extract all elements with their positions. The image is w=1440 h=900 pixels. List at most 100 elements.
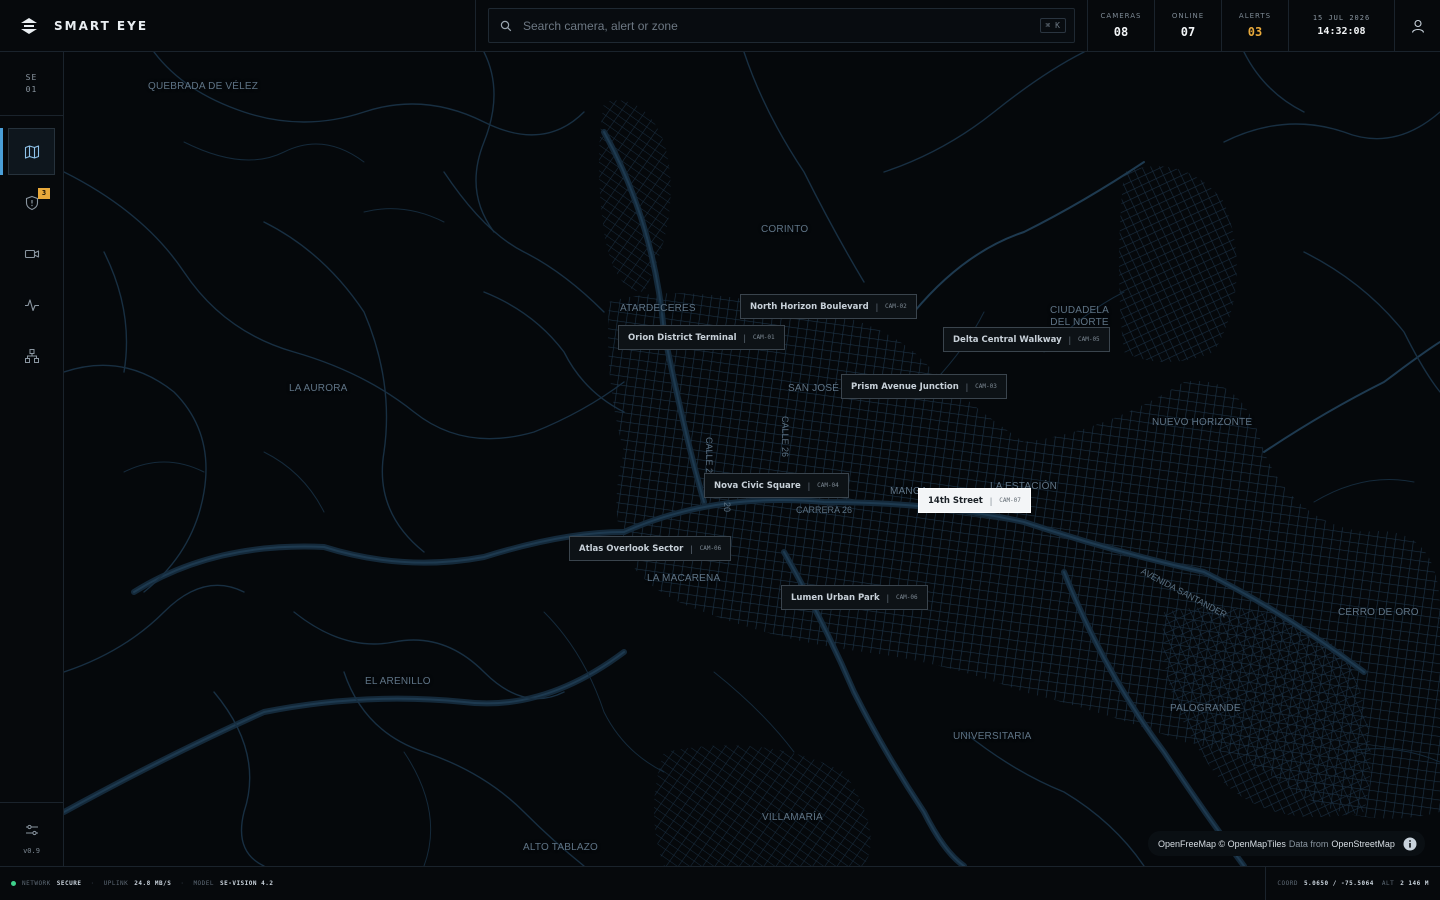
street-label: CARRERA 26 (796, 505, 853, 515)
camera-id: CAM-01 (752, 334, 775, 341)
stat-cameras[interactable]: CAMERAS 08 (1087, 0, 1154, 51)
status-value: SECURE (56, 880, 82, 887)
coord-readout: 5.0650 / -75.5064 (1303, 880, 1374, 887)
camera-marker[interactable]: Prism Avenue Junction | CAM-03 (841, 374, 1007, 399)
stat-online[interactable]: ONLINE 07 (1154, 0, 1221, 51)
camera-name: Atlas Overlook Sector (579, 543, 684, 554)
network-status-dot (11, 881, 16, 886)
alert-count-badge: 3 (38, 188, 50, 199)
attribution-link[interactable]: OpenFreeMap © OpenMapTiles (1158, 839, 1286, 849)
app-version: v0.9 (23, 847, 40, 855)
stat-label: CAMERAS (1100, 12, 1142, 20)
sliders-icon (26, 824, 38, 836)
separator: | (807, 480, 811, 491)
station-code: SE 01 (0, 72, 63, 96)
brand[interactable]: SMART EYE (0, 0, 476, 51)
camera-name: Lumen Urban Park (791, 592, 880, 603)
camera-id: CAM-06 (895, 594, 918, 601)
video-camera-icon (24, 249, 39, 258)
search-input[interactable] (523, 18, 1040, 33)
active-indicator (0, 128, 3, 175)
sidebar: SE 01 3 v0.9 (0, 52, 64, 866)
top-bar: SMART EYE ⌘ K CAMERAS 08 ONLINE 07 ALERT… (0, 0, 1440, 52)
sidebar-item-analytics[interactable] (8, 281, 55, 328)
settings-button[interactable] (20, 820, 44, 840)
place-label: VILLAMARÍA (762, 812, 823, 823)
camera-marker[interactable]: Lumen Urban Park | CAM-06 (781, 585, 928, 610)
separator: | (1068, 334, 1071, 345)
station-code-line: 01 (25, 85, 38, 94)
place-label-line: CIUDADELA (1050, 305, 1110, 316)
place-label: ATARDECERES (620, 303, 696, 314)
camera-id: CAM-04 (817, 482, 839, 489)
status-value: 24.8 MB/S (134, 880, 172, 887)
map-icon (24, 144, 39, 159)
camera-name: North Horizon Boulevard (750, 301, 869, 312)
altitude-readout: 2 146 M (1400, 880, 1429, 887)
separator: | (965, 381, 969, 392)
status-key: MODEL (193, 880, 214, 887)
stat-value: 08 (1113, 25, 1129, 39)
shortcut-hint: ⌘ K (1039, 18, 1066, 33)
attribution-link[interactable]: OpenStreetMap (1331, 839, 1395, 849)
camera-id: CAM-06 (699, 545, 722, 552)
sidebar-item-map[interactable] (8, 128, 55, 175)
camera-id: CAM-02 (885, 303, 907, 310)
place-label: EL ARENILLO (365, 676, 431, 687)
status-left: NETWORK SECURE · UPLINK 24.8 MB/S · MODE… (11, 867, 273, 900)
camera-marker[interactable]: Orion District Terminal | CAM-01 (618, 325, 785, 350)
info-icon[interactable] (1403, 837, 1417, 851)
status-divider: · (90, 880, 95, 887)
map-attribution: OpenFreeMap © OpenMapTiles Data from Ope… (1148, 831, 1425, 856)
sidebar-item-network[interactable] (8, 332, 55, 379)
camera-marker[interactable]: Nova Civic Square | CAM-04 (704, 473, 849, 498)
app-name: SMART EYE (54, 18, 149, 33)
camera-name: Orion District Terminal (628, 332, 737, 343)
street-label: CALLE 26 (780, 416, 790, 458)
clock: 15 JUL 2026 14:32:08 (1288, 0, 1394, 51)
place-label: UNIVERSITARIA (953, 731, 1032, 742)
place-label: CIUDADELA DEL NORTE (1050, 305, 1109, 329)
status-divider: · (180, 880, 185, 887)
status-right: COORD 5.0650 / -75.5064 ALT 2 146 M (1265, 867, 1429, 900)
search-icon (500, 20, 512, 31)
place-label: LA MACARENA (647, 573, 721, 584)
place-label: ALTO TABLAZO (523, 842, 599, 853)
street-label: CALLE 21 (704, 437, 714, 479)
separator: | (875, 301, 879, 312)
sidebar-item-cameras[interactable] (8, 230, 55, 277)
place-label: CERRO DE ORO (1338, 607, 1419, 618)
divider (0, 115, 63, 116)
logo-icon (21, 17, 37, 34)
stats-group: CAMERAS 08 ONLINE 07 ALERTS 03 15 JUL 20… (1087, 0, 1440, 51)
camera-marker-active[interactable]: 14th Street | CAM-07 (918, 488, 1031, 513)
place-label: NUEVO HORIZONTE (1152, 417, 1253, 428)
status-key: ALT (1381, 880, 1395, 887)
hierarchy-icon (24, 348, 39, 363)
stat-value: 03 (1247, 25, 1263, 39)
attribution-text: Data from (1288, 838, 1329, 849)
camera-marker[interactable]: Delta Central Walkway | CAM-05 (943, 327, 1110, 352)
sidebar-item-alerts[interactable]: 3 (8, 179, 55, 226)
map-base-layer (64, 52, 1440, 866)
stat-alerts[interactable]: ALERTS 03 (1221, 0, 1288, 51)
user-menu-button[interactable] (1394, 0, 1440, 51)
camera-name: Delta Central Walkway (953, 334, 1062, 345)
stat-value: 07 (1180, 25, 1196, 39)
place-label: SAN JOSÉ (788, 383, 840, 394)
status-value: SE-VISION 4.2 (220, 880, 274, 887)
camera-id: CAM-05 (1078, 336, 1100, 343)
camera-id: CAM-03 (975, 383, 997, 390)
map-canvas[interactable]: QUEBRADA DE VÉLEZ CORINTO ATARDECERES CI… (64, 52, 1440, 866)
camera-name: Nova Civic Square (714, 480, 801, 491)
camera-marker[interactable]: Atlas Overlook Sector | CAM-06 (569, 536, 732, 561)
clock-time: 14:32:08 (1317, 26, 1366, 37)
camera-marker[interactable]: North Horizon Boulevard | CAM-02 (740, 294, 917, 319)
clock-date: 15 JUL 2026 (1312, 14, 1371, 22)
stat-label: ONLINE (1171, 12, 1205, 20)
pulse-icon (24, 298, 39, 311)
status-key: COORD (1277, 880, 1298, 887)
camera-name: 14th Street (928, 495, 983, 506)
station-code-line: SE (25, 73, 38, 82)
search-box[interactable]: ⌘ K (488, 8, 1075, 43)
